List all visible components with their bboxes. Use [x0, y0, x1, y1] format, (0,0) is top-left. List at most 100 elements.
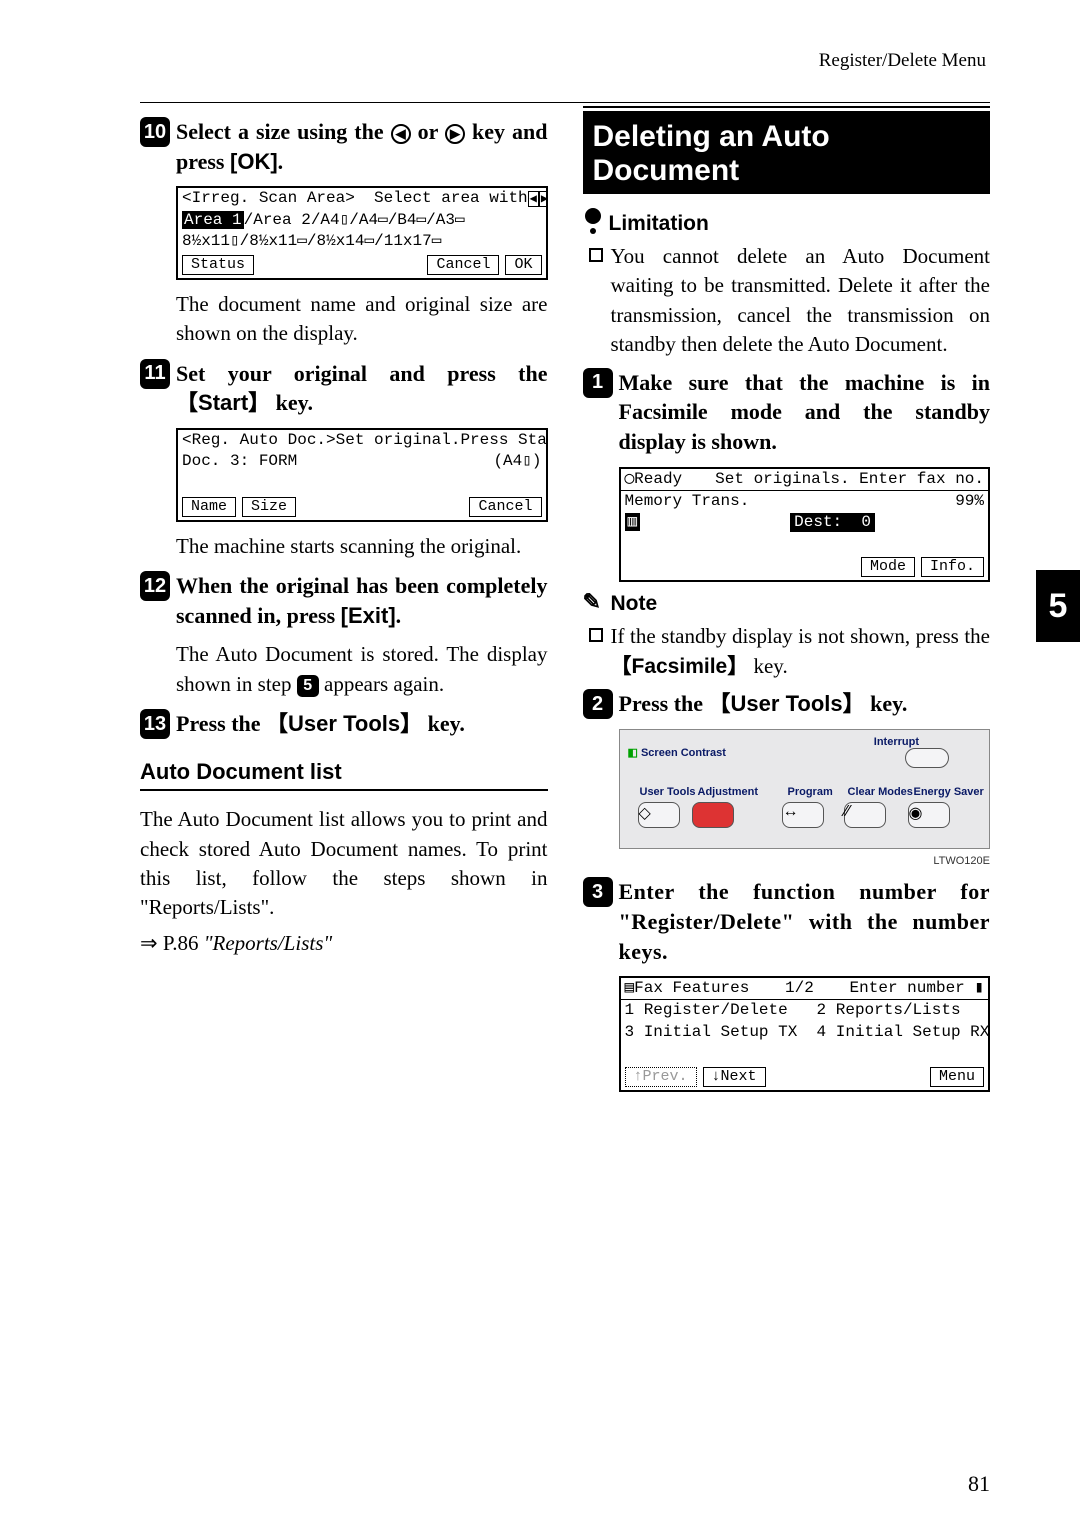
page-number: 81 — [968, 1471, 990, 1497]
program-label: Program — [788, 786, 833, 798]
step-number-2: 2 — [583, 689, 613, 719]
step-number-3: 3 — [583, 877, 613, 907]
start-key-label: Start — [198, 390, 248, 415]
after-step11-text: The machine starts scanning the original… — [176, 532, 548, 561]
lcd1-line3: 8½x11▯/8½x11▭/8½x14▭/11x17▭ — [178, 231, 546, 252]
limitation-heading: Limitation — [583, 212, 991, 236]
lcd3-buttons: Mode Info. — [621, 554, 989, 580]
lcd3-blank — [621, 533, 989, 554]
bullet-icon — [589, 248, 603, 262]
after12-b: appears again. — [319, 672, 444, 696]
facsimile-key-label: Facsimile — [632, 655, 728, 678]
user-tools-label: User Tools — [640, 786, 696, 798]
deleting-auto-document-title: Deleting an Auto Document — [583, 111, 991, 194]
step-10-b: or — [411, 119, 445, 144]
step-11-text: Set your original and press the 【Start】 … — [176, 359, 548, 418]
step-10-a: Select a size using the — [176, 119, 391, 144]
lcd2-size-btn: Size — [242, 497, 296, 517]
limitation-item: You cannot delete an Auto Document waiti… — [589, 242, 991, 360]
step-3-text: Enter the function number for "Register/… — [619, 877, 991, 966]
lcd3-info-btn: Info. — [921, 557, 984, 577]
lcd1-line1: <Irreg. Scan Area> Select area with◀▶ — [178, 188, 546, 209]
step-number-1: 1 — [583, 368, 613, 398]
lcd4-blank — [621, 1043, 989, 1064]
lcd1-buttons: Status Cancel OK — [178, 252, 546, 278]
energy-saver-button: ◉ — [908, 802, 950, 828]
step-1: 1 Make sure that the machine is in Facsi… — [583, 368, 991, 457]
lcd2-blank — [178, 472, 546, 493]
step-2: 2 Press the 【User Tools】 key. — [583, 689, 991, 719]
user-tools-button: ◇ — [638, 802, 680, 828]
after-step12-text: The Auto Document is stored. The display… — [176, 640, 548, 699]
user-tools-key-label: User Tools — [288, 711, 400, 736]
lcd-irreg-scan: <Irreg. Scan Area> Select area with◀▶ Ar… — [176, 186, 548, 280]
note-label: Note — [611, 592, 658, 616]
lcd4-line3: 3 Initial Setup TX 4 Initial Setup RX — [621, 1022, 989, 1043]
interrupt-button — [905, 748, 949, 768]
note-a: If the standby display is not shown, pre… — [611, 624, 991, 648]
header-section: Register/Delete Menu — [140, 50, 990, 72]
step-number-11: 11 — [140, 359, 170, 389]
lcd2-line1: <Reg. Auto Doc.>Set original.Press Start — [178, 430, 546, 451]
lcd4-buttons: ↑Prev. ↓Next Menu — [621, 1064, 989, 1090]
lcd1-line2: Area 1/Area 2/A4▯/A4▭/B4▭/A3▭ — [178, 210, 546, 231]
auto-doc-list-p2: ⇒ P.86 "Reports/Lists" — [140, 929, 548, 958]
autodoc-ref-arrow: ⇒ P.86 — [140, 931, 204, 955]
adjustment-label: Adjustment — [698, 786, 759, 798]
step-number-12: 12 — [140, 571, 170, 601]
step-13: 13 Press the 【User Tools】 key. — [140, 709, 548, 739]
lcd4-menu-btn: Menu — [930, 1067, 984, 1087]
lcd3-mode-btn: Mode — [861, 557, 915, 577]
step-2-text: Press the 【User Tools】 key. — [619, 689, 908, 719]
step-3: 3 Enter the function number for "Registe… — [583, 877, 991, 966]
exit-label: [Exit] — [341, 603, 396, 628]
step2-a: Press the — [619, 691, 709, 716]
step-10-period: . — [278, 149, 284, 174]
lcd4-next-btn: ↓Next — [703, 1067, 766, 1087]
auto-document-list-title: Auto Document list — [140, 759, 548, 791]
lcd2-line2: Doc. 3: FORM(A4▯) — [178, 451, 546, 472]
lcd2-buttons: Name Size Cancel — [178, 494, 546, 520]
lcd3-line1: ◯ReadySet originals. Enter fax no. — [621, 469, 989, 490]
note-icon — [583, 593, 605, 615]
ok-label: [OK] — [230, 149, 278, 174]
lcd2-cancel-btn: Cancel — [469, 497, 541, 517]
limitation-text: You cannot delete an Auto Document waiti… — [611, 242, 991, 360]
right-column: Deleting an Auto Document Limitation You… — [583, 111, 991, 1102]
lcd4-line1: ▤Fax Features1/2Enter number ▮ — [621, 978, 989, 999]
step-1-text: Make sure that the machine is in Facsimi… — [619, 368, 991, 457]
step-number-13: 13 — [140, 709, 170, 739]
bullet-icon-2 — [589, 628, 603, 642]
interrupt-label: Interrupt — [874, 736, 919, 748]
adjustment-button — [692, 802, 734, 828]
left-arrow-icon: ◀ — [391, 124, 411, 144]
step13-b: key. — [422, 711, 465, 736]
step-10-text: Select a size using the ◀ or ▶ key and p… — [176, 117, 548, 176]
step-12-text: When the original has been completely sc… — [176, 571, 548, 630]
lcd4-line2: 1 Register/Delete 2 Reports/Lists — [621, 999, 989, 1021]
step-number-10: 10 — [140, 117, 170, 147]
program-button: ↔ — [782, 802, 824, 828]
step-ref-5-icon: 5 — [297, 675, 319, 697]
step11-b: key. — [270, 390, 313, 415]
clear-modes-label: Clear Modes — [848, 786, 913, 798]
left-column: 10 Select a size using the ◀ or ▶ key an… — [140, 111, 548, 1102]
note-b: key. — [748, 654, 787, 678]
user-tools-key-label-2: User Tools — [731, 691, 843, 716]
control-panel-illustration: ◧ Screen Contrast Interrupt User Tools A… — [619, 729, 991, 849]
auto-doc-list-p1: The Auto Document list allows you to pri… — [140, 805, 548, 923]
after-step10-text: The document name and original size are … — [176, 290, 548, 349]
lcd2-name-btn: Name — [182, 497, 236, 517]
step-13-text: Press the 【User Tools】 key. — [176, 709, 465, 739]
note-heading: Note — [583, 592, 991, 616]
lcd-fax-features: ▤Fax Features1/2Enter number ▮ 1 Registe… — [619, 976, 991, 1092]
screen-contrast-label: ◧ Screen Contrast — [628, 746, 726, 759]
step11-a: Set your original and press the — [176, 361, 548, 386]
lcd4-prev-btn: ↑Prev. — [625, 1067, 697, 1087]
note-item: If the standby display is not shown, pre… — [589, 622, 991, 681]
lcd3-line2: Memory Trans.99% — [621, 490, 989, 512]
energy-saver-label: Energy Saver — [914, 786, 984, 798]
step-11: 11 Set your original and press the 【Star… — [140, 359, 548, 418]
lcd1-cancel-btn: Cancel — [427, 255, 499, 275]
lcd1-status-btn: Status — [182, 255, 254, 275]
